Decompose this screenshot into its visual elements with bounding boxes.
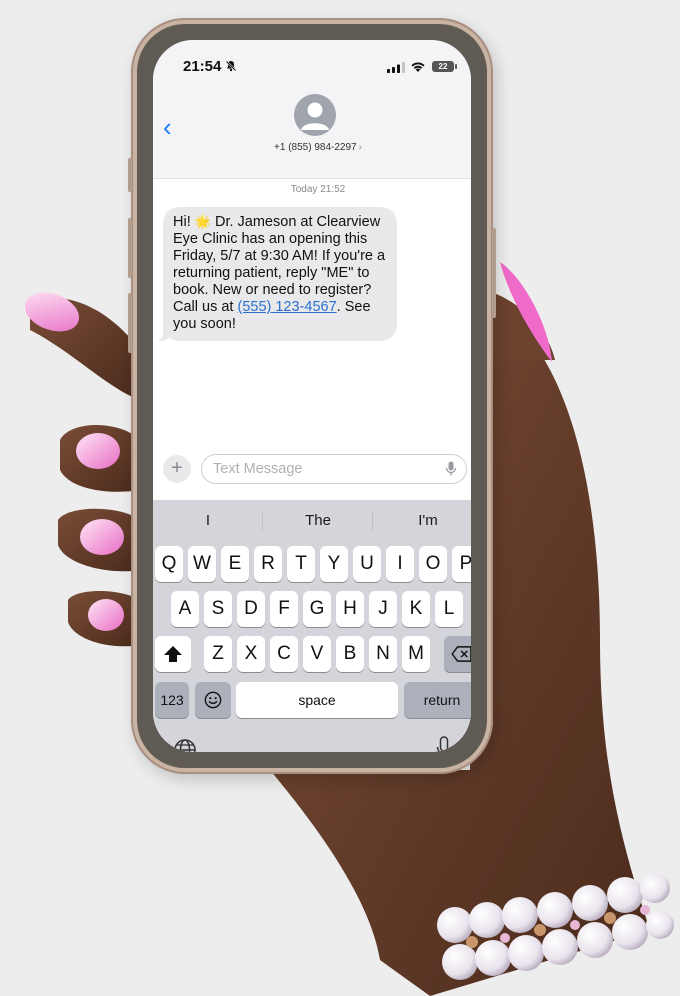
power-button bbox=[492, 228, 496, 318]
battery-indicator: 22 bbox=[432, 61, 457, 72]
chevron-right-icon: › bbox=[358, 142, 362, 153]
numbers-key[interactable]: 123 bbox=[155, 682, 189, 718]
key-p[interactable]: P bbox=[452, 546, 471, 582]
contact-name-row[interactable]: +1 (855) 984-2297 › bbox=[153, 142, 471, 153]
incoming-message-bubble[interactable]: Hi! 🌟 Dr. Jameson at Clearview Eye Clini… bbox=[155, 207, 397, 341]
key-g[interactable]: G bbox=[303, 591, 331, 627]
conversation-header: ‹ +1 (855) 984-2297 › bbox=[153, 92, 471, 179]
action-button bbox=[128, 158, 132, 192]
emoji-icon bbox=[204, 691, 222, 709]
key-s[interactable]: S bbox=[204, 591, 232, 627]
delete-key[interactable] bbox=[444, 636, 471, 672]
predictive-bar: I The I'm bbox=[153, 500, 471, 540]
key-l[interactable]: L bbox=[435, 591, 463, 627]
suggestion-3[interactable]: I'm bbox=[373, 512, 471, 529]
key-j[interactable]: J bbox=[369, 591, 397, 627]
phone-device: 21:54 22 ‹ +1 (855) 984-2297 › Today 21:… bbox=[128, 18, 496, 774]
volume-down-button bbox=[128, 293, 132, 353]
key-i[interactable]: I bbox=[386, 546, 414, 582]
emoji-key[interactable] bbox=[195, 682, 231, 718]
message-timestamp: Today 21:52 bbox=[290, 184, 346, 195]
volume-up-button bbox=[128, 218, 132, 278]
key-z[interactable]: Z bbox=[204, 636, 232, 672]
key-k[interactable]: K bbox=[402, 591, 430, 627]
return-key[interactable]: return bbox=[404, 682, 471, 718]
key-o[interactable]: O bbox=[419, 546, 447, 582]
key-h[interactable]: H bbox=[336, 591, 364, 627]
phone-bezel: 21:54 22 ‹ +1 (855) 984-2297 › Today 21:… bbox=[137, 24, 487, 768]
key-b[interactable]: B bbox=[336, 636, 364, 672]
status-bar: 21:54 22 bbox=[153, 40, 471, 92]
key-e[interactable]: E bbox=[221, 546, 249, 582]
key-v[interactable]: V bbox=[303, 636, 331, 672]
status-time: 21:54 bbox=[183, 58, 222, 75]
key-y[interactable]: Y bbox=[320, 546, 348, 582]
key-q[interactable]: Q bbox=[155, 546, 183, 582]
star-emoji: 🌟 bbox=[194, 214, 211, 229]
contact-number: +1 (855) 984-2297 bbox=[274, 142, 357, 153]
wifi-icon bbox=[411, 62, 425, 72]
delete-icon bbox=[451, 646, 471, 662]
key-f[interactable]: F bbox=[270, 591, 298, 627]
dictation-microphone-icon[interactable] bbox=[436, 736, 452, 752]
key-n[interactable]: N bbox=[369, 636, 397, 672]
shift-icon bbox=[164, 646, 182, 662]
key-w[interactable]: W bbox=[188, 546, 216, 582]
silent-bell-icon bbox=[225, 60, 237, 72]
key-a[interactable]: A bbox=[171, 591, 199, 627]
contact-avatar[interactable] bbox=[294, 94, 336, 136]
globe-icon[interactable] bbox=[173, 738, 197, 752]
key-d[interactable]: D bbox=[237, 591, 265, 627]
key-t[interactable]: T bbox=[287, 546, 315, 582]
message-input[interactable] bbox=[201, 454, 467, 484]
plus-icon[interactable]: + bbox=[163, 455, 191, 483]
key-m[interactable]: M bbox=[402, 636, 430, 672]
key-r[interactable]: R bbox=[254, 546, 282, 582]
space-key[interactable]: space bbox=[236, 682, 398, 718]
message-text-start: Hi! bbox=[173, 214, 191, 230]
shift-key[interactable] bbox=[155, 636, 191, 672]
back-chevron-icon[interactable]: ‹ bbox=[163, 114, 172, 140]
suggestion-2[interactable]: The bbox=[263, 512, 373, 529]
microphone-icon[interactable] bbox=[445, 461, 457, 477]
cellular-signal-icon bbox=[387, 62, 405, 73]
key-u[interactable]: U bbox=[353, 546, 381, 582]
keyboard: I The I'm Q W E R T Y U I O P A S D F G … bbox=[153, 500, 471, 752]
suggestion-1[interactable]: I bbox=[153, 512, 263, 529]
phone-screen: 21:54 22 ‹ +1 (855) 984-2297 › Today 21:… bbox=[153, 40, 471, 752]
phone-number-link[interactable]: (555) 123-4567 bbox=[237, 299, 336, 315]
key-x[interactable]: X bbox=[237, 636, 265, 672]
person-icon bbox=[301, 102, 329, 130]
key-c[interactable]: C bbox=[270, 636, 298, 672]
